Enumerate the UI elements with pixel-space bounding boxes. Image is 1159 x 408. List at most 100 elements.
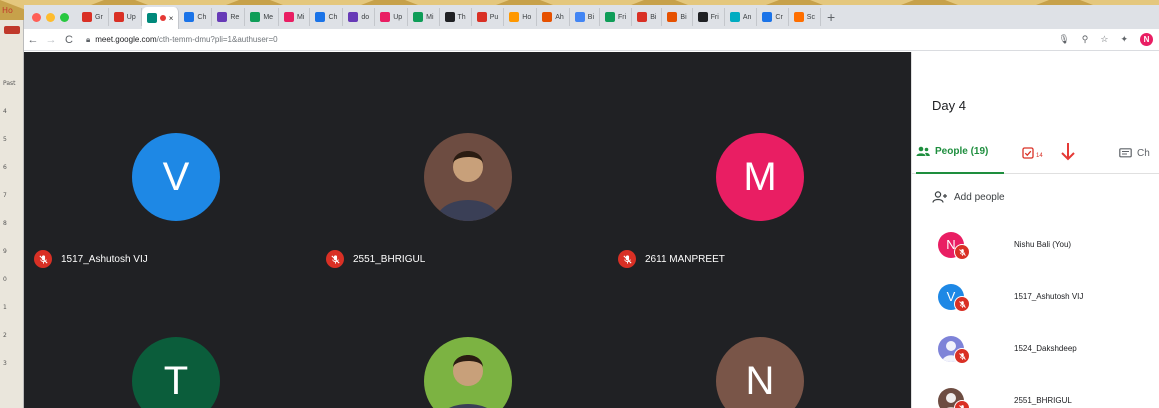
pencil-icon — [542, 12, 553, 22]
panel-tabs: People (19) 14 Ch — [912, 138, 1159, 174]
minimize-window-button[interactable] — [46, 12, 55, 22]
mic-muted-badge — [618, 250, 636, 268]
chat-tab-label: Ch — [1137, 148, 1150, 159]
browser-tab[interactable]: Pu — [472, 8, 505, 26]
chat-icon — [1119, 148, 1132, 158]
url-path: /cth-temm-dmu?pli=1&authuser=0 — [156, 35, 278, 44]
globe-icon — [444, 12, 455, 22]
recording-dot-icon — [159, 15, 166, 21]
microphone-icon[interactable]: 🎙︎ — [1058, 34, 1069, 45]
participant-name-tag: 1517_Ashutosh VIJ — [34, 250, 148, 268]
close-tab-icon[interactable]: × — [169, 14, 174, 23]
participant-name: 2551_BHRIGUL — [353, 253, 426, 265]
browser-tab[interactable]: Ch — [310, 8, 344, 26]
address-bar: ← → C 🔒︎ meet.google.com/cth-temm-dmu?pl… — [24, 29, 1159, 51]
video-grid: V 1517_Ashutosh VIJ 2551_BHRIGUL M 2611 MANP… — [24, 52, 911, 408]
participant-photo — [424, 133, 512, 221]
add-person-icon — [932, 191, 947, 203]
maximize-window-button[interactable] — [60, 12, 69, 22]
browser-tab[interactable]: Me — [245, 8, 280, 26]
zoom-icon[interactable]: ⚲ — [1082, 34, 1089, 45]
reload-icon[interactable]: C — [60, 34, 78, 46]
browser-tab[interactable]: Mi — [279, 8, 311, 26]
mic-off-icon — [958, 352, 966, 360]
tab-label: Mi — [297, 13, 305, 21]
participant-avatar: V — [132, 133, 220, 221]
url-field[interactable]: 🔒︎ meet.google.com/cth-temm-dmu?pli=1&au… — [86, 35, 278, 45]
background-app-row: 4 — [3, 108, 7, 115]
browser-tab[interactable]: Bi — [662, 8, 693, 26]
tab-tasks[interactable]: 14 — [1022, 147, 1043, 159]
browser-tab[interactable]: Mi — [408, 8, 440, 26]
browser-tab[interactable]: do — [343, 8, 376, 26]
background-app-row: 2 — [3, 332, 7, 339]
participant-name: 2611 MANPREET — [645, 253, 725, 265]
browser-tab[interactable]: Sc — [789, 8, 821, 26]
stack-icon — [793, 12, 804, 22]
extensions-icon[interactable]: ✦ — [1120, 34, 1128, 45]
mic-off-icon — [330, 254, 340, 264]
background-app-tab-label: Ho — [2, 6, 13, 15]
participant-avatar — [424, 133, 512, 221]
people-tab-label: People (19) — [935, 146, 989, 157]
tab-label: Bi — [680, 13, 687, 21]
participant-row[interactable]: 2551_BHRIGUL — [938, 388, 1158, 408]
browser-tab[interactable]: Bi — [632, 8, 663, 26]
mic-off-icon — [958, 404, 965, 408]
participant-avatar — [424, 337, 512, 408]
browser-tab[interactable]: Re — [212, 8, 246, 26]
browser-tab[interactable]: Fri — [600, 8, 633, 26]
browser-tab[interactable]: Fri — [693, 8, 725, 26]
browser-tab[interactable]: Up — [109, 8, 142, 26]
forward-arrow-icon[interactable]: → — [42, 34, 60, 46]
browser-tab[interactable]: Ah — [537, 8, 570, 26]
back-arrow-icon[interactable]: ← — [24, 34, 42, 46]
tab-label: Fri — [618, 13, 627, 21]
window-controls — [24, 12, 77, 22]
google-icon — [574, 12, 585, 22]
browser-tab[interactable]: Gr — [77, 8, 109, 26]
background-app-window[interactable]: Ho Past 4 5 6 7 8 9 0 1 2 3 — [0, 6, 24, 408]
url-host: meet.google.com — [95, 35, 157, 44]
tab-people[interactable]: People (19) — [916, 146, 988, 157]
browser-tab[interactable]: Up — [375, 8, 409, 26]
participant-row[interactable]: 1524_Dakshdeep — [938, 336, 1158, 376]
tab-label: Up — [126, 13, 136, 21]
gmail-icon — [82, 12, 92, 22]
add-people-label: Add people — [954, 191, 1005, 203]
tab-label: do — [361, 13, 370, 21]
bookmark-star-icon[interactable]: ☆ — [1100, 34, 1108, 45]
add-people-button[interactable]: Add people — [932, 191, 1005, 203]
browser-window: Gr Up × Ch Re Me Mi Ch do Up Mi Th Pu Ho Ah Bi Fri Bi Bi Fr… — [24, 5, 1159, 408]
background-app-tab[interactable] — [4, 26, 20, 34]
opera-icon — [637, 12, 648, 22]
new-tab-button[interactable]: + — [821, 9, 841, 25]
browser-tab[interactable]: Bi — [570, 8, 601, 26]
tab-chat[interactable]: Ch — [1119, 148, 1150, 159]
tab-label: Th — [457, 13, 466, 21]
background-app-row: 3 — [3, 360, 7, 367]
participant-row[interactable]: N Nishu Bali (You) — [938, 232, 1158, 272]
close-window-button[interactable] — [32, 12, 41, 22]
tab-label: Fri — [710, 13, 719, 21]
play-icon — [284, 12, 295, 22]
browser-tab[interactable]: Cr — [757, 8, 789, 26]
participant-list-name: 1517_Ashutosh VIJ — [1014, 292, 1084, 301]
browser-tab[interactable]: Th — [440, 8, 472, 26]
participant-name-tag: 2551_BHRIGUL — [326, 250, 425, 268]
participant-row[interactable]: V 1517_Ashutosh VIJ — [938, 284, 1158, 324]
browser-tab[interactable]: Ho — [504, 8, 538, 26]
browser-tab[interactable]: An — [725, 8, 758, 26]
participant-photo — [424, 337, 512, 408]
participant-name-tag: 2611 MANPREET — [618, 250, 725, 268]
profile-avatar[interactable]: N — [1140, 33, 1153, 46]
tab-label: Cr — [775, 13, 783, 21]
tab-active[interactable]: × — [141, 7, 180, 29]
browser-tab[interactable]: Ch — [179, 8, 213, 26]
tab-bar: Gr Up × Ch Re Me Mi Ch do Up Mi Th Pu Ho Ah Bi Fri Bi Bi Fr… — [24, 5, 1159, 29]
leaf-icon — [605, 12, 616, 22]
mic-muted-badge — [954, 296, 970, 312]
tab-label: Gr — [95, 13, 103, 21]
background-app-row: 9 — [3, 248, 7, 255]
mic-muted-badge — [954, 400, 970, 408]
